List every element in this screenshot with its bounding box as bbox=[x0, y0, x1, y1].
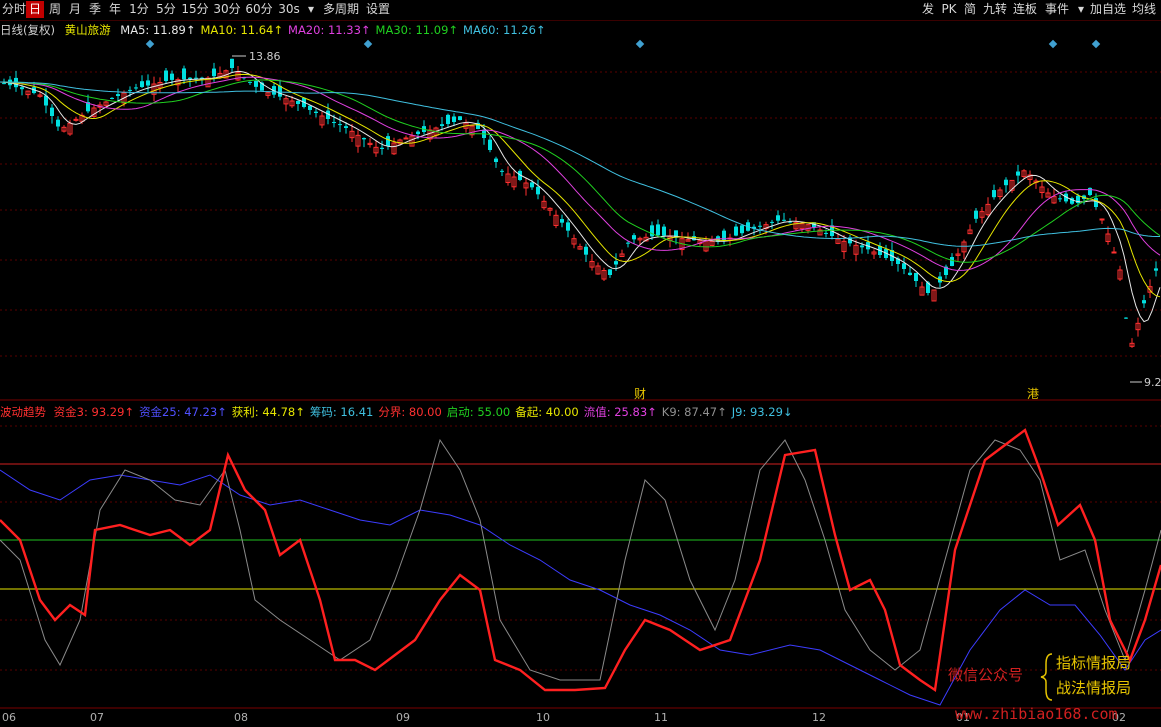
x-tick-6: 12 bbox=[812, 711, 826, 724]
watermark-wechat: 微信公众号 bbox=[948, 666, 1024, 684]
x-tick-0: 06 bbox=[2, 711, 16, 724]
ma20-line bbox=[0, 76, 1161, 271]
x-tick-1: 07 bbox=[90, 711, 104, 724]
low-label: 9.2 bbox=[1144, 376, 1161, 389]
x-tick-3: 09 bbox=[396, 711, 410, 724]
watermark-url: www.zhibiao168.com bbox=[955, 705, 1118, 723]
ma5-line bbox=[0, 70, 1161, 323]
x-tick-4: 10 bbox=[536, 711, 550, 724]
watermark-brand2: 战法情报局 bbox=[1056, 679, 1132, 697]
event-diamond-3 bbox=[1048, 39, 1058, 49]
watermark-brand1: 指标情报局 bbox=[1056, 654, 1132, 672]
event-diamond-1 bbox=[363, 39, 373, 49]
event-diamond-4 bbox=[1091, 39, 1101, 49]
high-label: 13.86 bbox=[249, 50, 281, 63]
x-tick-5: 11 bbox=[654, 711, 668, 724]
ma30-line bbox=[0, 79, 1161, 263]
event-mark-cai: 财 bbox=[634, 387, 646, 401]
event-mark-gang: 港 bbox=[1027, 387, 1039, 401]
x-tick-2: 08 bbox=[234, 711, 248, 724]
k9-line bbox=[0, 438, 1161, 681]
chart-area[interactable]: 13.86 9.2 财 港 bbox=[0, 0, 1161, 727]
event-diamond-0 bbox=[145, 39, 155, 49]
watermark-brace bbox=[1040, 653, 1053, 701]
event-diamond-2 bbox=[635, 39, 645, 49]
ma10-line bbox=[0, 73, 1161, 298]
capital3-line bbox=[0, 428, 1161, 693]
